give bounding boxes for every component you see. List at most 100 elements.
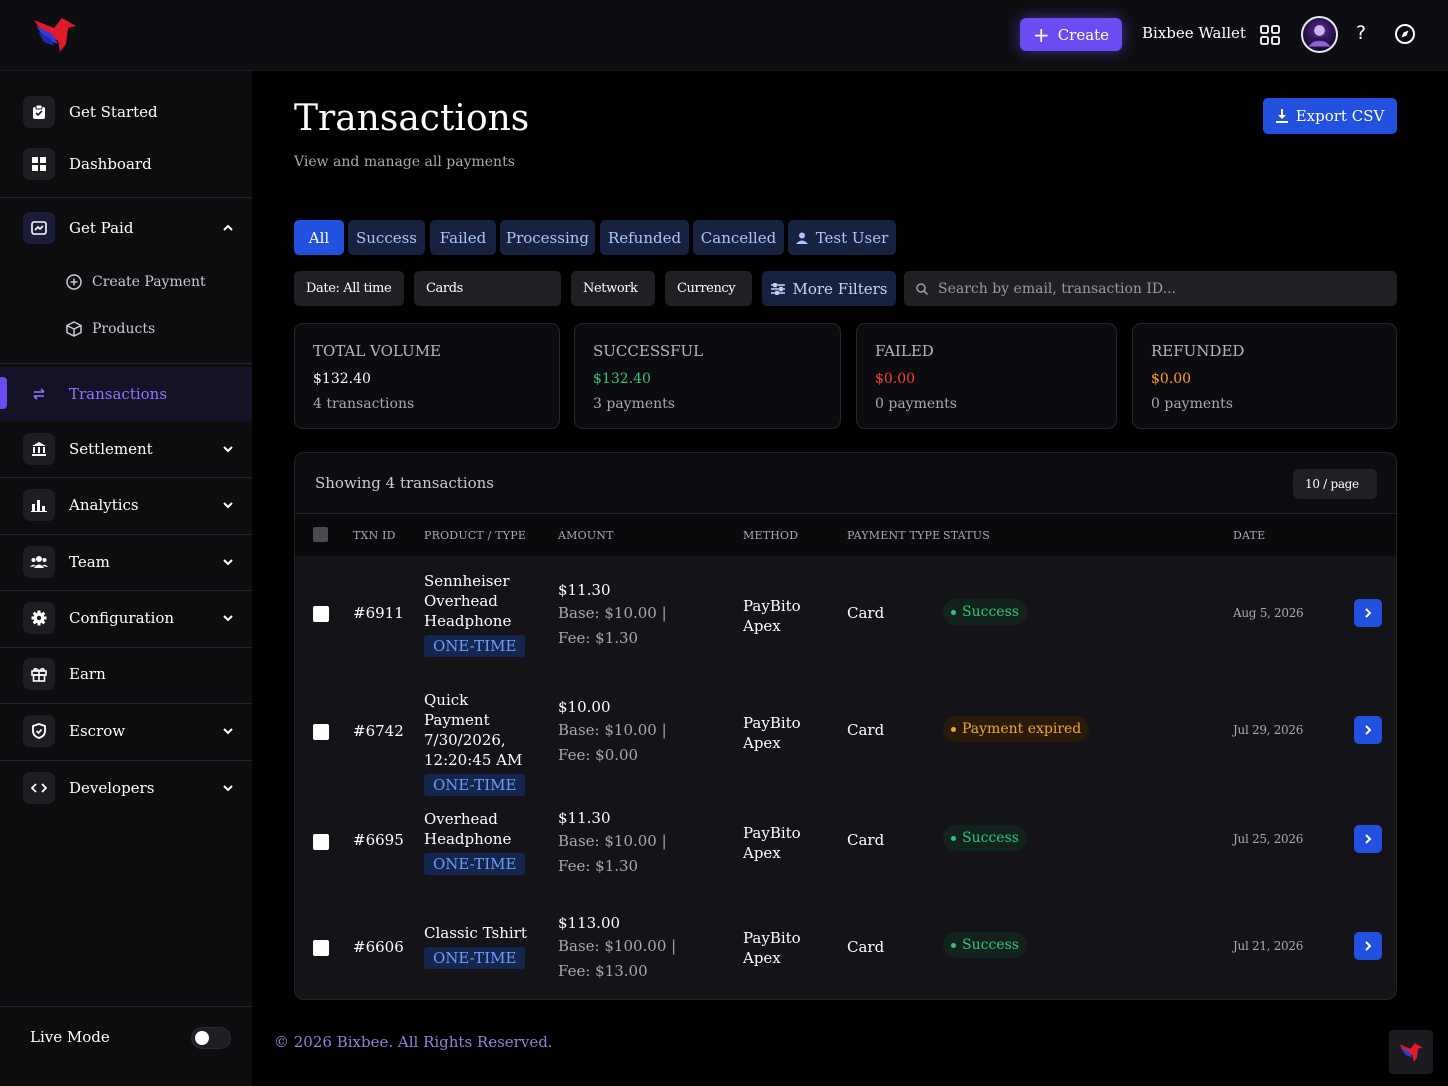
compass-icon[interactable]	[1394, 23, 1416, 45]
transfer-icon	[23, 378, 55, 410]
currency-filter[interactable]: Currency	[665, 271, 752, 306]
stat-card-refunded: REFUNDED $0.00 0 payments	[1132, 323, 1397, 429]
date-cell: Jul 29, 2026	[1233, 723, 1304, 737]
sidebar-subitem-label: Create Payment	[92, 274, 206, 290]
column-header[interactable]: PAYMENT TYPE	[847, 529, 940, 542]
view-details-button[interactable]	[1354, 716, 1382, 744]
stat-label: TOTAL VOLUME	[313, 342, 442, 360]
sidebar-item-developers[interactable]: Developers	[0, 763, 252, 813]
method-cell: PayBito Apex	[743, 929, 801, 967]
stat-sub: 0 payments	[1151, 396, 1233, 412]
view-details-button[interactable]	[1354, 599, 1382, 627]
chevron-down-icon	[223, 446, 233, 453]
bank-icon	[23, 433, 55, 465]
box-icon	[66, 321, 82, 337]
chevron-up-icon	[223, 224, 233, 231]
sidebar-item-label: Analytics	[69, 496, 139, 514]
search-box[interactable]	[904, 271, 1397, 306]
chevron-right-icon	[1365, 608, 1372, 618]
tab-refunded[interactable]: Refunded	[600, 220, 689, 255]
grid-icon	[23, 148, 55, 180]
bixbee-logo-icon[interactable]	[32, 14, 78, 54]
row-checkbox[interactable]	[313, 724, 329, 740]
column-header[interactable]: TXN ID	[353, 529, 396, 542]
tab-all[interactable]: All	[294, 220, 344, 255]
product-cell: Overhead Headphone ONE-TIME	[424, 809, 534, 875]
column-header[interactable]: METHOD	[743, 529, 798, 542]
search-icon	[916, 282, 928, 295]
table-row[interactable]: #6606 Classic Tshirt ONE-TIME $113.00 Ba…	[295, 892, 1396, 999]
tab-processing[interactable]: Processing	[500, 220, 595, 255]
table-row[interactable]: #6695 Overhead Headphone ONE-TIME $11.30…	[295, 786, 1396, 892]
sidebar-subitem-create-payment[interactable]: Create Payment	[66, 267, 206, 297]
more-filters-button[interactable]: More Filters	[762, 271, 896, 306]
column-header[interactable]: DATE	[1233, 529, 1265, 542]
sidebar-item-escrow[interactable]: Escrow	[0, 706, 252, 756]
column-header[interactable]: PRODUCT / TYPE	[424, 529, 526, 542]
tab-success[interactable]: Success	[348, 220, 425, 255]
chevron-down-icon	[223, 728, 233, 735]
page-subtitle: View and manage all payments	[294, 154, 515, 170]
sidebar-item-earn[interactable]: Earn	[0, 649, 252, 699]
network-filter[interactable]: Network	[571, 271, 655, 306]
avatar[interactable]	[1301, 16, 1338, 53]
date-cell: Aug 5, 2026	[1233, 606, 1304, 620]
live-mode-toggle[interactable]	[191, 1027, 231, 1049]
payments-icon	[23, 212, 55, 244]
type-badge: ONE-TIME	[424, 853, 526, 875]
date-cell: Jul 25, 2026	[1233, 832, 1304, 846]
cards-filter[interactable]: Cards	[414, 271, 561, 306]
sidebar-item-transactions[interactable]: Transactions	[0, 367, 252, 421]
sidebar-item-settlement[interactable]: Settlement	[0, 424, 252, 474]
gear-icon	[23, 602, 55, 634]
sidebar-divider	[0, 703, 252, 704]
bixbee-logo-icon[interactable]	[1389, 1030, 1433, 1074]
table-row[interactable]: #6742 Quick Payment 7/30/2026, 12:20:45 …	[295, 672, 1396, 796]
tab-cancelled[interactable]: Cancelled	[693, 220, 784, 255]
product-cell: Sennheiser Overhead Headphone ONE-TIME	[424, 571, 534, 657]
plus-circle-icon	[66, 274, 82, 290]
amount-total: $113.00	[558, 914, 621, 932]
txn-id: #6911	[353, 604, 404, 622]
table-row[interactable]: #6911 Sennheiser Overhead Headphone ONE-…	[295, 556, 1396, 672]
txn-id: #6742	[353, 722, 404, 740]
search-input[interactable]	[938, 280, 1378, 297]
row-checkbox[interactable]	[313, 940, 329, 956]
sidebar-item-dashboard[interactable]: Dashboard	[0, 139, 252, 189]
export-csv-button[interactable]: Export CSV	[1263, 98, 1397, 134]
date-filter[interactable]: Date: All time	[294, 271, 404, 306]
product-name: Sennheiser Overhead Headphone	[424, 572, 512, 630]
row-checkbox[interactable]	[313, 834, 329, 850]
sidebar-item-analytics[interactable]: Analytics	[0, 480, 252, 530]
sidebar-item-get-started[interactable]: Get Started	[0, 87, 252, 137]
column-header[interactable]: AMOUNT	[558, 529, 614, 542]
amount-total: $10.00	[558, 698, 611, 716]
user-icon	[795, 232, 808, 244]
tab-test-user[interactable]: Test User	[788, 220, 896, 255]
row-checkbox[interactable]	[313, 606, 329, 622]
chevron-down-icon	[223, 785, 233, 792]
sidebar-divider	[0, 590, 252, 591]
wallet-link[interactable]: Bixbee Wallet	[1142, 24, 1246, 42]
column-header[interactable]: STATUS	[943, 529, 990, 542]
per-page-select[interactable]: 10 / page	[1293, 469, 1377, 499]
sidebar-item-configuration[interactable]: Configuration	[0, 593, 252, 643]
sidebar-item-get-paid[interactable]: Get Paid	[0, 203, 252, 253]
sidebar-divider	[0, 647, 252, 648]
view-details-button[interactable]	[1354, 932, 1382, 960]
amount-cell: $11.30 Base: $10.00 | Fee: $1.30	[558, 580, 698, 651]
tab-failed[interactable]: Failed	[430, 220, 496, 255]
gift-icon	[23, 658, 55, 690]
sidebar-subitem-products[interactable]: Products	[66, 314, 155, 344]
help-icon[interactable]: ?	[1356, 22, 1366, 44]
payment-type-cell: Card	[847, 604, 885, 622]
footer-copyright: © 2026 Bixbee. All Rights Reserved.	[274, 1033, 553, 1051]
view-details-button[interactable]	[1354, 825, 1382, 853]
chevron-down-icon	[223, 615, 233, 622]
apps-grid-icon[interactable]	[1260, 25, 1280, 45]
sidebar-item-team[interactable]: Team	[0, 537, 252, 587]
create-button[interactable]: + Create	[1020, 18, 1122, 51]
stat-sub: 0 payments	[875, 396, 957, 412]
select-all-checkbox[interactable]	[313, 527, 328, 542]
amount-cell: $10.00 Base: $10.00 | Fee: $0.00	[558, 697, 698, 768]
